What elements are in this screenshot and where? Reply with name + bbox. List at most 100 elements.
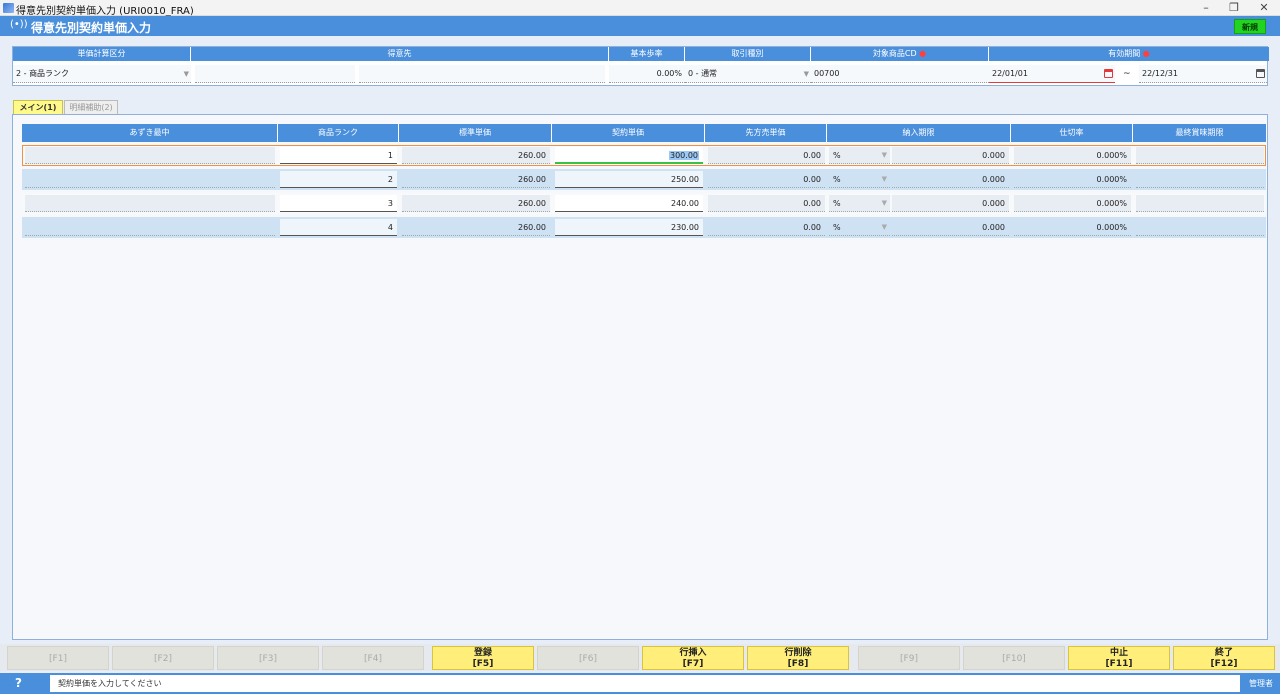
deadline-cell: 0.000 <box>892 195 1009 212</box>
chevron-down-icon: ▼ <box>183 70 189 78</box>
fkey-label: 中止 <box>1109 648 1128 658</box>
expiry-cell <box>1136 219 1264 236</box>
tab-detail-aux[interactable]: 明細補助(2) <box>64 100 118 114</box>
fkey-code: [F2] <box>154 654 172 664</box>
fkey-label: 終了 <box>1214 648 1233 658</box>
unit-select[interactable]: % ▼ <box>829 219 890 236</box>
cancel-button[interactable]: 中止 [F11] <box>1068 646 1170 670</box>
rank-cell[interactable]: 4 <box>280 219 397 236</box>
contract-price-input[interactable]: 230.00 <box>555 219 703 236</box>
unit-select[interactable]: % ▼ <box>829 171 890 188</box>
calendar-icon[interactable] <box>1104 69 1113 78</box>
f3-button[interactable]: [F3] <box>217 646 319 670</box>
f2-button[interactable]: [F2] <box>112 646 214 670</box>
chevron-down-icon: ▼ <box>881 151 887 159</box>
contract-price-input[interactable]: 250.00 <box>555 171 703 188</box>
valid-to-input[interactable]: 22/12/31 <box>1139 65 1267 83</box>
insert-row-button[interactable]: 行挿入 [F7] <box>642 646 744 670</box>
customer-name-field <box>359 65 605 83</box>
expiry-cell <box>1136 171 1264 188</box>
col-header-expiry: 最終賞味期限 <box>1133 124 1266 142</box>
fkey-label: 行削除 <box>784 648 812 658</box>
header-valid-period: 有効期間 ● <box>989 47 1269 61</box>
register-button[interactable]: 登録 [F5] <box>432 646 534 670</box>
dest-price-cell: 0.00 <box>708 171 825 188</box>
f10-button[interactable]: [F10] <box>963 646 1065 670</box>
fkey-code: [F11] <box>1105 659 1133 669</box>
target-code-input[interactable]: 00700 <box>811 65 989 83</box>
col-header-dest-price: 先方売単価 <box>705 124 827 142</box>
delete-row-button[interactable]: 行削除 [F8] <box>747 646 849 670</box>
col-header-rank: 商品ランク <box>278 124 399 142</box>
col-header-deadline: 納入期限 <box>827 124 1011 142</box>
mode-badge: 新規 <box>1234 19 1266 34</box>
signal-icon: (•)) <box>10 19 28 30</box>
function-key-bar: [F1] [F2] [F3] [F4] 登録 [F5] [F6] 行挿入 [F7] … <box>0 644 1280 671</box>
col-header-product: あずき最中 <box>22 124 278 142</box>
exit-button[interactable]: 終了 [F12] <box>1173 646 1275 670</box>
contract-price-input[interactable]: 240.00 <box>555 195 703 212</box>
period-separator: ~ <box>1123 69 1131 79</box>
screen-header: (•)) 得意先別契約単価入力 新規 <box>0 16 1280 36</box>
expiry-cell <box>1136 195 1264 212</box>
fkey-code: [F1] <box>49 654 67 664</box>
f6-button[interactable]: [F6] <box>537 646 639 670</box>
chevron-down-icon: ▼ <box>881 199 887 207</box>
rank-cell[interactable]: 1 <box>280 147 397 164</box>
rank-cell[interactable]: 3 <box>280 195 397 212</box>
unit-select[interactable]: % ▼ <box>829 195 890 212</box>
rate-cell: 0.000% <box>1014 171 1131 188</box>
dest-price-cell: 0.00 <box>708 195 825 212</box>
status-bar: ? 契約単価を入力してください 管理者 <box>0 673 1280 694</box>
valid-from-input[interactable]: 22/01/01 <box>989 65 1115 83</box>
base-rate-field: 0.00% <box>609 65 685 83</box>
deadline-cell: 0.000 <box>892 147 1009 164</box>
std-price-cell: 260.00 <box>402 219 550 236</box>
unit-value: % <box>833 175 841 184</box>
valid-from-value: 22/01/01 <box>992 69 1028 78</box>
restore-button[interactable]: ❐ <box>1224 1 1244 15</box>
header-calc-type: 単価計算区分 <box>13 47 191 61</box>
calc-type-select[interactable]: 2 - 商品ランク ▼ <box>13 65 191 83</box>
header-base-rate: 基本歩率 <box>609 47 685 61</box>
unit-select[interactable]: % ▼ <box>829 147 890 164</box>
product-name-cell <box>25 195 275 212</box>
unit-value: % <box>833 223 841 232</box>
calendar-icon[interactable] <box>1256 69 1265 78</box>
deadline-cell: 0.000 <box>892 219 1009 236</box>
required-mark: ● <box>919 49 927 58</box>
window-title: 得意先別契約単価入力 (URI0010_FRA) <box>16 6 194 17</box>
fkey-code: [F9] <box>900 654 918 664</box>
deadline-cell: 0.000 <box>892 171 1009 188</box>
fkey-label: 行挿入 <box>679 648 707 658</box>
tab-main[interactable]: メイン(1) <box>13 100 63 114</box>
col-header-rate: 仕切率 <box>1011 124 1133 142</box>
product-name-cell <box>25 171 275 188</box>
customer-code-input[interactable] <box>195 65 355 83</box>
rate-cell: 0.000% <box>1014 219 1131 236</box>
header-valid-period-label: 有効期間 <box>1108 49 1141 58</box>
close-button[interactable]: ✕ <box>1254 1 1274 15</box>
minimize-button[interactable]: – <box>1196 1 1216 15</box>
rate-cell: 0.000% <box>1014 195 1131 212</box>
col-header-contract-price: 契約単価 <box>552 124 705 142</box>
trade-type-select[interactable]: 0 - 通常 ▼ <box>685 65 811 83</box>
help-icon[interactable]: ? <box>15 676 22 690</box>
status-message: 契約単価を入力してください <box>50 675 1240 692</box>
user-name: 管理者 <box>1249 679 1273 688</box>
f4-button[interactable]: [F4] <box>322 646 424 670</box>
contract-price-input[interactable]: 300.00 <box>555 147 703 164</box>
std-price-cell: 260.00 <box>402 147 550 164</box>
app-icon <box>3 3 14 13</box>
chevron-down-icon: ▼ <box>881 175 887 183</box>
f9-button[interactable]: [F9] <box>858 646 960 670</box>
fkey-code: [F3] <box>259 654 277 664</box>
dest-price-cell: 0.00 <box>708 219 825 236</box>
rank-cell[interactable]: 2 <box>280 171 397 188</box>
fkey-code: [F7] <box>682 659 704 669</box>
f1-button[interactable]: [F1] <box>7 646 109 670</box>
unit-value: % <box>833 151 841 160</box>
criteria-panel: 単価計算区分 得意先 基本歩率 取引種別 対象商品CD ● 有効期間 ● 2 -… <box>12 46 1269 86</box>
fkey-code: [F10] <box>1002 654 1026 664</box>
product-name-cell <box>25 147 275 164</box>
